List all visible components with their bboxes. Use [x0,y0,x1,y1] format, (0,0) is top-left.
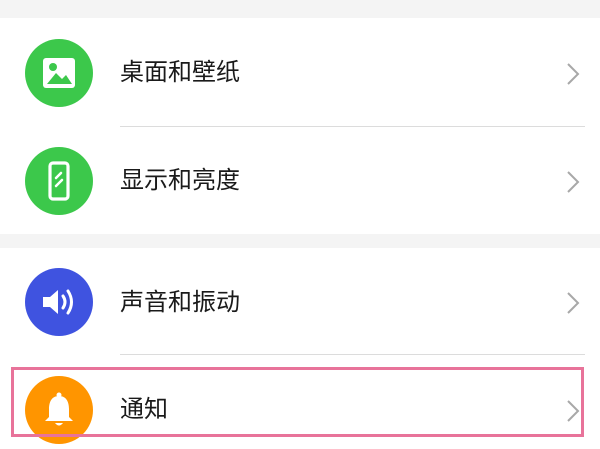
chevron-right-icon [567,171,580,193]
bell-icon [25,376,93,444]
settings-item-notifications[interactable]: 通知 [0,354,600,449]
settings-item-label: 桌面和壁纸 [120,58,240,86]
chevron-right-icon [567,400,580,422]
settings-item-label: 通知 [120,395,168,423]
chevron-right-icon [567,292,580,314]
settings-page: 桌面和壁纸 显示和亮度 声音和振动 通知 [0,0,600,449]
image-icon [25,39,93,107]
phone-display-icon [25,147,93,215]
speaker-icon [25,268,93,336]
settings-item-wallpaper[interactable]: 桌面和壁纸 [0,18,600,126]
settings-group-personalization: 桌面和壁纸 显示和亮度 [0,18,600,234]
chevron-right-icon [567,63,580,85]
settings-item-label: 显示和亮度 [120,166,240,194]
settings-group-sound-notify: 声音和振动 通知 [0,248,600,449]
settings-item-sound[interactable]: 声音和振动 [0,248,600,356]
settings-item-label: 声音和振动 [120,288,240,316]
settings-item-display[interactable]: 显示和亮度 [0,126,600,234]
